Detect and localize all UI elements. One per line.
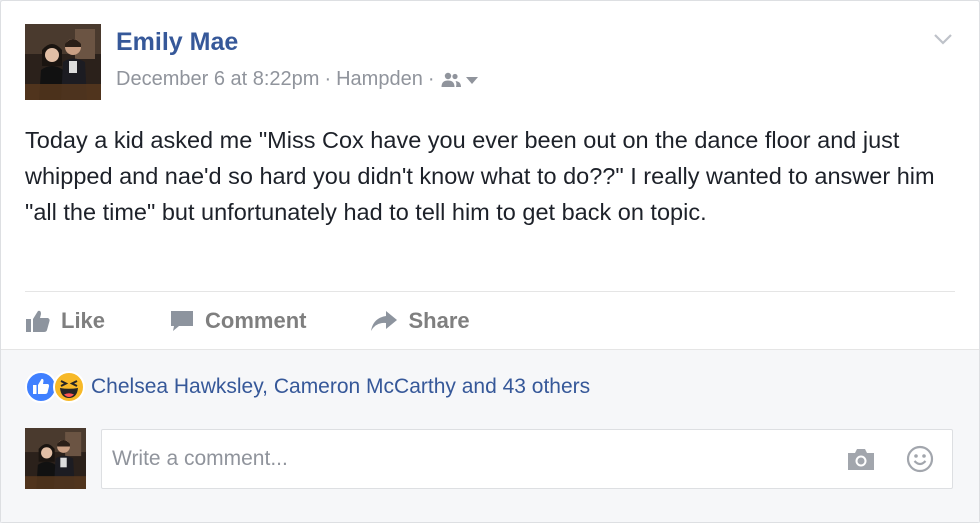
camera-icon[interactable] <box>846 446 876 472</box>
reactors-text[interactable]: Chelsea Hawksley, Cameron McCarthy and 4… <box>91 375 590 399</box>
commenter-avatar[interactable] <box>25 428 86 489</box>
like-label: Like <box>61 308 106 333</box>
post-text: Today a kid asked me "Miss Cox have you … <box>25 127 935 225</box>
comment-button[interactable]: Comment <box>169 308 306 334</box>
post-card: Emily Mae December 6 at 8:22pm · Hampden… <box>0 0 980 523</box>
share-button[interactable]: Share <box>370 308 470 334</box>
post-options-chevron-icon[interactable] <box>931 27 955 51</box>
post-timestamp[interactable]: December 6 at 8:22pm <box>116 68 319 91</box>
meta-separator: · <box>324 68 332 90</box>
reactions-summary[interactable]: Chelsea Hawksley, Cameron McCarthy and 4… <box>25 371 590 403</box>
avatar-photo-small <box>25 428 86 489</box>
reaction-icons <box>25 371 89 403</box>
author-name[interactable]: Emily Mae <box>116 28 238 57</box>
avatar-photo <box>25 24 101 100</box>
post-location[interactable]: Hampden <box>336 68 423 91</box>
post-divider <box>25 291 955 292</box>
post-actions: Like Comment Share <box>25 301 534 341</box>
thumbs-up-icon <box>26 310 50 332</box>
like-button[interactable]: Like <box>25 308 105 334</box>
caret-down-icon <box>465 76 478 84</box>
haha-reaction-icon <box>53 371 85 403</box>
post-meta: December 6 at 8:22pm · Hampden · <box>116 68 479 91</box>
comment-label: Comment <box>205 308 307 333</box>
emoji-smiley-icon[interactable] <box>906 445 934 473</box>
share-label: Share <box>408 308 470 333</box>
share-arrow-icon <box>371 311 398 331</box>
comment-composer <box>101 429 953 489</box>
comment-input[interactable] <box>102 430 822 488</box>
friends-icon <box>441 72 461 87</box>
meta-separator-2: · <box>427 68 435 90</box>
speech-bubble-icon <box>171 311 194 331</box>
author-avatar[interactable] <box>25 24 101 100</box>
post-footer: Chelsea Hawksley, Cameron McCarthy and 4… <box>1 349 979 522</box>
audience-selector[interactable] <box>440 72 479 88</box>
